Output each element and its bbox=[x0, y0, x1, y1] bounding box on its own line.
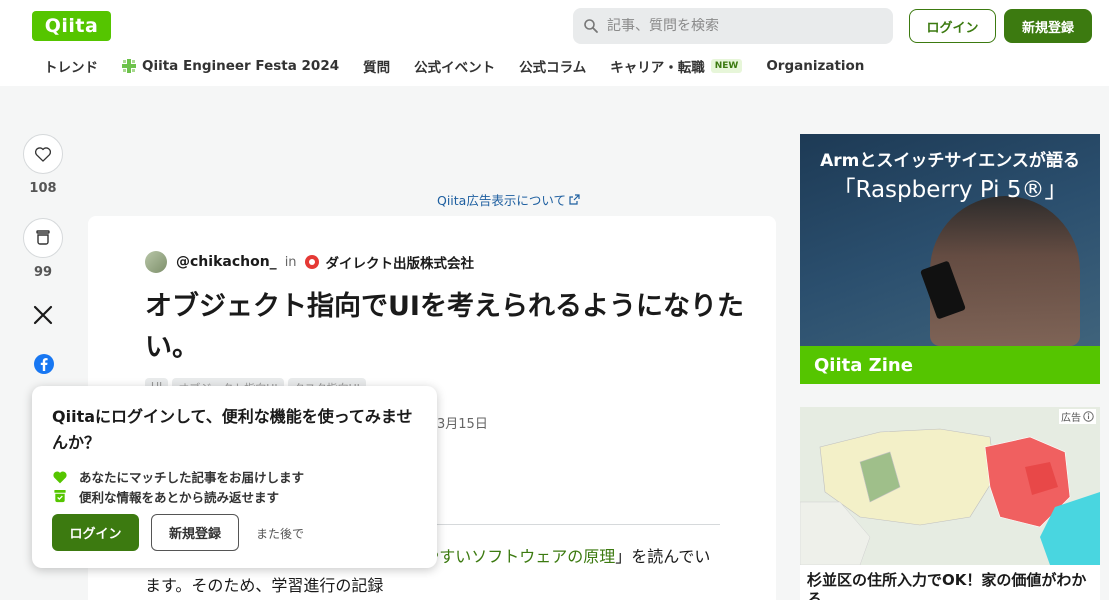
nav-item-trend[interactable]: トレンド bbox=[44, 56, 98, 76]
qiita-zine-bar: Qiita Zine bbox=[800, 346, 1100, 384]
nav-item-questions[interactable]: 質問 bbox=[363, 56, 390, 76]
author-name[interactable]: @chikachon_ bbox=[176, 254, 277, 270]
qiita-logo[interactable]: Qiita bbox=[32, 11, 111, 41]
stock-button[interactable] bbox=[23, 218, 63, 258]
later-link[interactable]: また後で bbox=[256, 525, 304, 542]
popup-title: Qiitaにログインして、便利な機能を使ってみませんか？ bbox=[52, 407, 413, 452]
search-input[interactable] bbox=[607, 18, 877, 34]
nav-item-label: Qiita Engineer Festa 2024 bbox=[142, 58, 340, 74]
in-label: in bbox=[284, 254, 297, 270]
benefit-item: あなたにマッチした記事をお届けします bbox=[52, 467, 304, 486]
like-button[interactable] bbox=[23, 134, 63, 174]
like-group: 108 bbox=[23, 134, 63, 196]
author-line: @chikachon_ in ダイレクト出版株式会社 bbox=[145, 251, 474, 273]
nav-item-festa[interactable]: Qiita Engineer Festa 2024 bbox=[122, 58, 339, 74]
search-box[interactable] bbox=[573, 8, 893, 44]
main-nav: トレンド Qiita Engineer Festa 2024 質問 公式イベント… bbox=[44, 56, 888, 76]
nav-item-label: キャリア・転職 bbox=[610, 60, 705, 76]
ad-map-image bbox=[800, 407, 1100, 565]
nav-item-label: 質問 bbox=[363, 60, 391, 76]
ad-label-text: 広告 bbox=[1061, 413, 1081, 424]
ad-person-image bbox=[930, 196, 1080, 346]
nav-item-label: 公式イベント bbox=[414, 60, 496, 76]
benefit-item: 便利な情報をあとから読み返せます bbox=[52, 487, 279, 506]
nav-item-label: トレンド bbox=[44, 60, 98, 76]
search-icon bbox=[584, 19, 598, 33]
x-share-icon[interactable] bbox=[32, 304, 54, 326]
heart-icon bbox=[53, 471, 67, 483]
nav-item-label: Organization bbox=[766, 58, 865, 74]
ad-caption: 杉並区の住所入力でOK！家の価値がわかる bbox=[807, 571, 1087, 600]
benefit-text: あなたにマッチした記事をお届けします bbox=[79, 470, 305, 485]
ad-headline: Armとスイッチサイエンスが語る bbox=[820, 151, 1080, 171]
nav-item-official-events[interactable]: 公式イベント bbox=[414, 56, 495, 76]
site-header: Qiita ログイン 新規登録 トレンド Qiita Engineer Fest… bbox=[0, 0, 1109, 86]
nav-item-career[interactable]: キャリア・転職 NEW bbox=[610, 56, 743, 76]
organization-icon bbox=[304, 255, 319, 269]
benefit-text: 便利な情報をあとから読み返せます bbox=[79, 490, 280, 505]
stock-icon bbox=[54, 489, 66, 503]
nav-item-organization[interactable]: Organization bbox=[766, 58, 864, 74]
like-count: 108 bbox=[29, 181, 57, 196]
stock-icon bbox=[36, 230, 50, 245]
ad-subheadline: 「Raspberry Pi 5®」 bbox=[832, 177, 1068, 203]
new-badge: NEW bbox=[710, 59, 743, 73]
real-estate-ad[interactable]: 広告 杉並区の住所入力でOK！家の価値がわかる bbox=[800, 407, 1100, 600]
tokyo-map-graphic bbox=[800, 407, 1100, 565]
qiita-zine-ad[interactable]: Armとスイッチサイエンスが語る 「Raspberry Pi 5®」 Qiita… bbox=[800, 134, 1100, 384]
login-prompt-popup: Qiitaにログインして、便利な機能を使ってみませんか？ あなたにマッチした記事… bbox=[32, 386, 437, 568]
ad-notice-text: Qiita広告表示について bbox=[437, 193, 566, 208]
login-button[interactable]: ログイン bbox=[909, 9, 996, 43]
ad-label: 広告 bbox=[1059, 409, 1096, 424]
avatar[interactable] bbox=[145, 251, 167, 273]
article-title: オブジェクト指向でUIを考えられるようになりたい。 bbox=[145, 291, 744, 363]
nav-item-official-column[interactable]: 公式コラム bbox=[519, 56, 586, 76]
ad-notice-link[interactable]: Qiita広告表示について bbox=[437, 190, 580, 209]
stock-group: 99 bbox=[23, 218, 63, 280]
post-date: 3月15日 bbox=[437, 417, 488, 432]
info-icon[interactable] bbox=[1083, 411, 1094, 422]
nav-item-label: 公式コラム bbox=[519, 60, 587, 76]
popup-login-button[interactable]: ログイン bbox=[52, 514, 139, 551]
heart-icon bbox=[34, 147, 52, 162]
stock-count: 99 bbox=[33, 265, 53, 280]
signup-button[interactable]: 新規登録 bbox=[1004, 9, 1092, 43]
festa-icon bbox=[122, 59, 136, 73]
popup-signup-button[interactable]: 新規登録 bbox=[151, 514, 239, 551]
external-link-icon bbox=[569, 194, 580, 205]
organization-name[interactable]: ダイレクト出版株式会社 bbox=[326, 252, 475, 272]
facebook-share-icon[interactable] bbox=[33, 353, 55, 375]
